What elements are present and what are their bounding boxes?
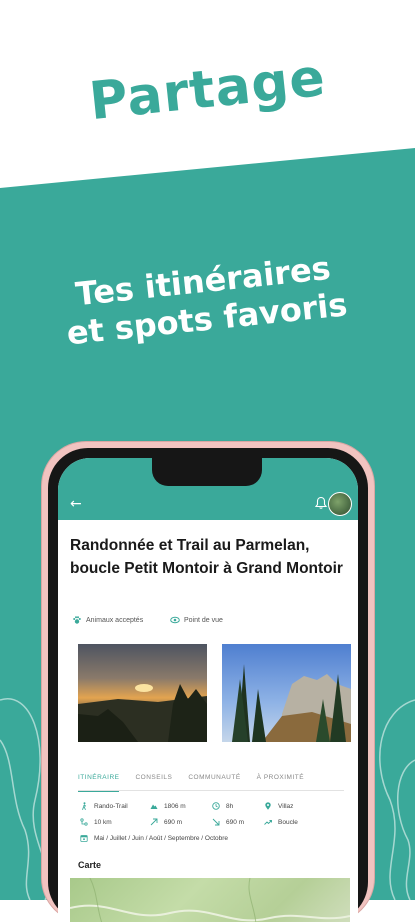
info-row-1: Rando-Trail 1806 m 8h Villaz [80,802,293,810]
phone-screen: ← Randonnée et Trail au Parmelan, boucle… [58,458,358,922]
info-activity: Rando-Trail [80,802,150,810]
back-arrow-icon[interactable]: ← [70,496,82,512]
phone-notch [152,458,262,486]
eye-icon [170,616,180,624]
info-distance: 10 km [80,818,150,826]
bell-icon[interactable] [314,496,328,510]
avatar[interactable] [328,492,352,516]
info-months: Mai / Juillet / Juin / Août / Septembre … [80,834,228,842]
location-pin-icon [265,802,271,810]
phone-mockup: ← Randonnée et Trail au Parmelan, boucle… [42,442,374,922]
map-section-label: Carte [78,860,102,870]
info-row-3: Mai / Juillet / Juin / Août / Septembre … [80,834,228,842]
attribute-pets-label: Animaux acceptés [86,616,144,624]
paw-icon [73,616,81,624]
phone-bezel: ← Randonnée et Trail au Parmelan, boucle… [48,448,368,922]
hiker-icon [82,802,87,810]
map-terrain [69,877,351,922]
attribute-viewpoint: Point de vue [170,615,223,625]
distance-icon [80,818,88,826]
info-row-2: 10 km 690 m 690 m Boucle [80,818,298,826]
arrow-up-right-icon [150,818,158,826]
tab-divider [78,790,344,791]
attribute-viewpoint-label: Point de vue [184,616,223,624]
info-duration: 8h [212,802,264,810]
trend-icon [264,820,272,825]
attribute-pets: Animaux acceptés [72,615,143,625]
clock-icon [212,802,220,810]
arrow-down-right-icon [212,818,220,826]
info-start: Villaz [264,802,293,810]
info-type: Boucle [264,818,298,826]
info-descent: 690 m [212,818,264,826]
route-title: Randonnée et Trail au Parmelan, boucle P… [70,537,343,577]
info-ascent: 690 m [150,818,212,826]
map-view[interactable] [69,877,351,922]
info-altitude: 1806 m [150,802,212,810]
mountain-icon [150,804,158,809]
calendar-icon [80,835,88,842]
photo-forest[interactable] [222,644,351,742]
photo-sunset[interactable] [78,644,207,742]
